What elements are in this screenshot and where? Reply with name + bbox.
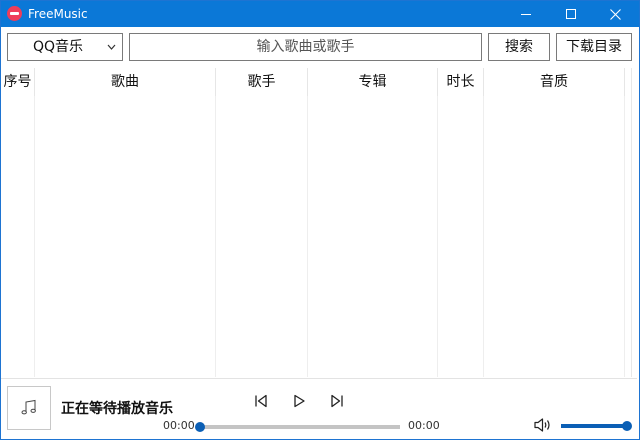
column-header-duration[interactable]: 时长 bbox=[438, 68, 484, 96]
column-header-index[interactable]: 序号 bbox=[1, 68, 35, 96]
skip-previous-icon bbox=[255, 394, 267, 408]
column-divider bbox=[1, 96, 35, 377]
column-divider bbox=[438, 96, 484, 377]
column-divider bbox=[484, 96, 625, 377]
volume-button[interactable] bbox=[533, 417, 553, 433]
column-divider bbox=[35, 96, 216, 377]
table-right-edge bbox=[631, 68, 632, 377]
close-icon bbox=[610, 8, 621, 20]
search-button[interactable]: 搜索 bbox=[488, 33, 550, 61]
minimize-icon bbox=[520, 13, 531, 15]
column-header-artist[interactable]: 歌手 bbox=[216, 68, 308, 96]
table-header: 序号 歌曲 歌手 专辑 时长 音质 bbox=[1, 68, 631, 96]
column-header-quality[interactable]: 音质 bbox=[484, 68, 625, 96]
play-icon bbox=[294, 394, 305, 408]
window-title: FreeMusic bbox=[28, 7, 88, 21]
column-header-song[interactable]: 歌曲 bbox=[35, 68, 216, 96]
volume-thumb[interactable] bbox=[622, 421, 632, 431]
song-table[interactable]: 序号 歌曲 歌手 专辑 时长 音质 bbox=[1, 68, 631, 377]
close-button[interactable] bbox=[593, 1, 638, 27]
previous-button[interactable] bbox=[252, 392, 270, 410]
maximize-icon bbox=[565, 9, 576, 19]
total-time: 00:00 bbox=[408, 419, 440, 432]
minimize-button[interactable] bbox=[503, 1, 548, 27]
music-source-value: QQ音乐 bbox=[32, 39, 84, 55]
volume-fill bbox=[561, 424, 627, 428]
search-input[interactable] bbox=[129, 33, 482, 61]
music-note-icon bbox=[21, 399, 36, 415]
progress-thumb[interactable] bbox=[195, 422, 205, 432]
column-divider bbox=[216, 96, 308, 377]
play-button[interactable] bbox=[290, 392, 308, 410]
now-playing-status: 正在等待播放音乐 bbox=[61, 401, 173, 417]
album-cover bbox=[7, 386, 51, 430]
column-divider bbox=[308, 96, 438, 377]
current-time: 00:00 bbox=[163, 419, 195, 432]
progress-slider[interactable] bbox=[195, 422, 400, 432]
download-folder-button[interactable]: 下载目录 bbox=[556, 33, 632, 61]
next-button[interactable] bbox=[328, 392, 346, 410]
maximize-button[interactable] bbox=[548, 1, 593, 27]
speaker-icon bbox=[534, 418, 550, 432]
app-logo-icon bbox=[7, 6, 22, 21]
title-bar[interactable]: FreeMusic bbox=[1, 1, 639, 27]
chevron-down-icon bbox=[107, 44, 116, 50]
volume-slider[interactable] bbox=[561, 421, 632, 431]
music-source-select[interactable]: QQ音乐 bbox=[7, 33, 123, 61]
column-header-album[interactable]: 专辑 bbox=[308, 68, 438, 96]
skip-next-icon bbox=[331, 394, 343, 408]
